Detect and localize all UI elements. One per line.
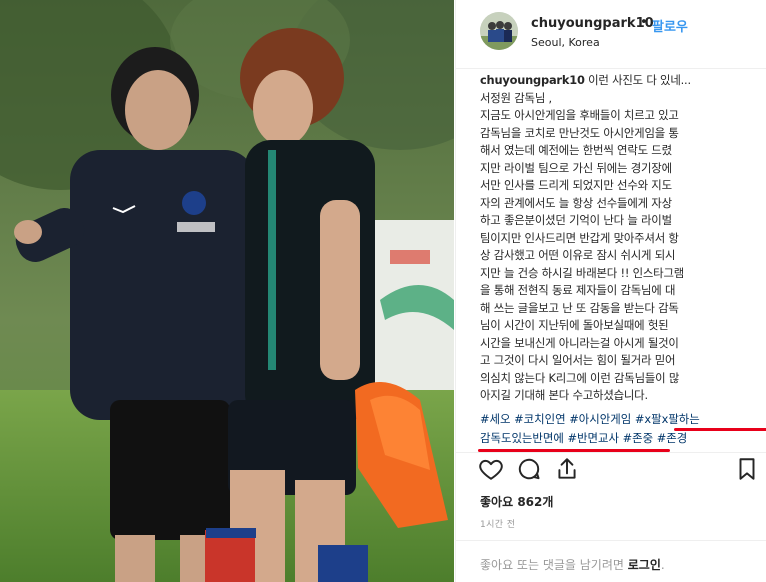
caption-line: 고 그것이 다시 일어서는 힘이 될거라 믿어 (480, 353, 676, 367)
like-button[interactable] (478, 456, 506, 484)
caption-line: 해서 였는데 예전에는 한번씩 연락도 드렸 (480, 143, 672, 157)
hashtag-link[interactable]: #존중 (623, 431, 654, 445)
hashtag-line-2: 감독도있는반면에 #반면교사 #존중 #존경 (480, 429, 764, 448)
hashtag-link[interactable]: #아시안게임 (569, 412, 631, 426)
caption-line: 지만 라이벌 팀으로 가신 뒤에는 경기장에 (480, 160, 672, 175)
caption-line: 해 쓰는 글을보고 난 또 감동을 받는다 감독 (480, 300, 679, 315)
separator-dot: • (640, 15, 648, 30)
follow-button[interactable]: 팔로우 (652, 16, 688, 35)
caption-line: 감독님을 코치로 만난것도 아시안게임을 통 (480, 125, 679, 140)
caption-line: 서만 인사를 드리게 되었지만 선수와 지도 (480, 178, 672, 192)
action-bar (474, 456, 764, 484)
caption-line: 의심치 않는다 K리그에 이런 감독님들이 많 (480, 370, 680, 385)
caption-line: 시간을 보내신게 아니라는걸 아시게 될것이 (480, 335, 679, 350)
caption-line: 지금도 아시안게임을 후배들이 치르고 있고 (480, 108, 679, 122)
post-photo[interactable] (0, 0, 454, 582)
photo-image (0, 0, 454, 582)
location-link[interactable]: Seoul, Korea (531, 36, 600, 49)
comment-button[interactable] (516, 456, 544, 484)
divider (456, 452, 766, 453)
comment-prompt: 좋아요 또는 댓글을 남기려면 로그인. (480, 556, 665, 573)
likes-count[interactable]: 좋아요 862개 (480, 493, 553, 510)
red-annotation-underline (674, 428, 766, 431)
caption-line: 팀이지만 인사드리면 반갑게 맞아주셔서 항 (480, 230, 679, 245)
hashtag-link[interactable]: 감독도있는반면에 (480, 431, 564, 445)
instagram-post: chuyoungpark10 • 팔로우 Seoul, Korea chuyou… (0, 0, 766, 582)
hashtag-link[interactable]: #반면교사 (567, 431, 618, 445)
comment-prompt-suffix: . (660, 558, 665, 572)
avatar-image (480, 12, 518, 50)
caption-line: 님이 시간이 지난뒤에 돌아보실때에 헛된 (480, 318, 669, 332)
hashtag-link[interactable]: #존경 (657, 431, 688, 445)
post-caption: chuyoungpark10 이런 사진도 다 있네... 서정원 감독님 , … (480, 72, 762, 405)
likes-label: 좋아요 (480, 495, 514, 509)
caption-line: 을 통해 전현직 동료 제자들이 감독님에 대 (480, 283, 676, 297)
hashtag-link[interactable]: #코치인연 (514, 412, 565, 426)
caption-line: 아지길 기대해 본다 수고하셨습니다. (480, 388, 648, 402)
caption-line: 지만 늘 건승 하시길 바래본다 !! 인스타그램 (480, 265, 685, 280)
comment-icon (518, 458, 540, 480)
bookmark-icon (739, 458, 755, 480)
username[interactable]: chuyoungpark10 (531, 16, 654, 31)
post-header: chuyoungpark10 • 팔로우 Seoul, Korea (456, 0, 766, 69)
login-link[interactable]: 로그인 (628, 558, 661, 572)
caption-line: 상 감사했고 어떤 이유로 잠시 쉬시게 되시 (480, 248, 676, 262)
comment-bar: 좋아요 또는 댓글을 남기려면 로그인. (456, 540, 766, 582)
hashtag-line-1: #세오 #코치인연 #아시안게임 #x팔x팔하는 (480, 410, 764, 429)
likes-number: 862개 (517, 495, 554, 509)
share-button[interactable] (554, 456, 582, 484)
comment-prompt-text: 좋아요 또는 댓글을 남기려면 (480, 558, 628, 572)
hashtag-link[interactable]: #x팔x팔하는 (635, 412, 700, 426)
caption-line: 자의 관계에서도 늘 항상 선수들에게 자상 (480, 195, 672, 210)
share-icon (558, 458, 576, 479)
caption-line: 하고 좋은분이셨던 기억이 난다 늘 라이벌 (480, 213, 672, 227)
avatar[interactable] (480, 12, 518, 50)
caption-first-line: chuyoungpark10 이런 사진도 다 있네... (480, 72, 762, 90)
caption-username[interactable]: chuyoungpark10 (480, 73, 585, 87)
post-timestamp[interactable]: 1시간 전 (480, 517, 515, 530)
heart-icon (479, 459, 503, 480)
caption-line: 서정원 감독님 , (480, 90, 552, 105)
caption-text: 이런 사진도 다 있네... (584, 73, 691, 87)
save-button[interactable] (734, 456, 762, 484)
post-side-panel: chuyoungpark10 • 팔로우 Seoul, Korea chuyou… (455, 0, 766, 582)
hashtag-link[interactable]: #세오 (480, 412, 511, 426)
